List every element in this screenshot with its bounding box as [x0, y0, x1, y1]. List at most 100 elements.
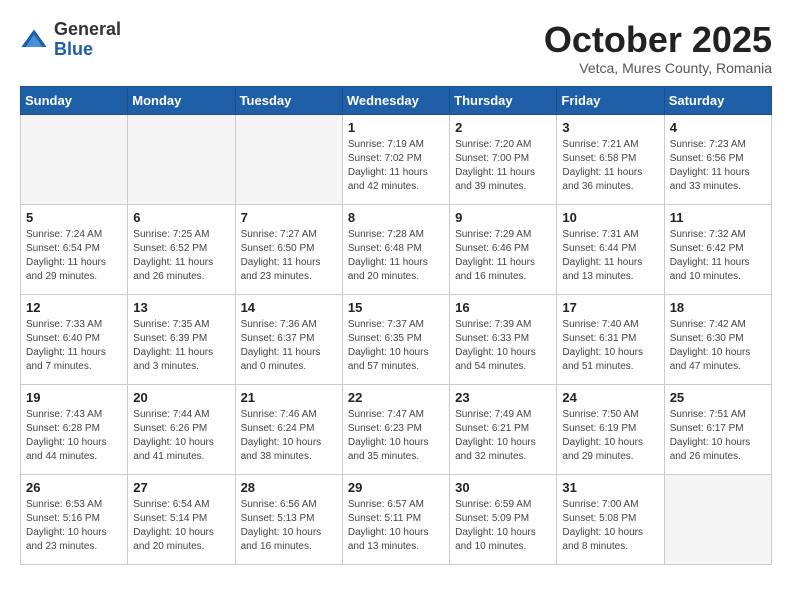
day-info: Sunrise: 6:59 AM Sunset: 5:09 PM Dayligh…: [455, 498, 551, 554]
day-number: 19: [26, 390, 122, 405]
day-info: Sunrise: 7:36 AM Sunset: 6:37 PM Dayligh…: [241, 318, 337, 374]
calendar-week-5: 26 Sunrise: 6:53 AM Sunset: 5:16 PM Dayli…: [21, 474, 772, 564]
day-number: 9: [455, 210, 551, 225]
day-info: Sunrise: 7:50 AM Sunset: 6:19 PM Dayligh…: [562, 408, 658, 464]
day-info: Sunrise: 7:33 AM Sunset: 6:40 PM Dayligh…: [26, 318, 122, 374]
calendar-cell: [235, 114, 342, 204]
calendar-cell: 6 Sunrise: 7:25 AM Sunset: 6:52 PM Daylig…: [128, 204, 235, 294]
day-info: Sunrise: 7:39 AM Sunset: 6:33 PM Dayligh…: [455, 318, 551, 374]
calendar-week-3: 12 Sunrise: 7:33 AM Sunset: 6:40 PM Dayli…: [21, 294, 772, 384]
logo-text: General Blue: [54, 20, 121, 60]
logo-icon: [20, 26, 48, 54]
calendar-cell: [21, 114, 128, 204]
day-number: 16: [455, 300, 551, 315]
calendar-cell: 9 Sunrise: 7:29 AM Sunset: 6:46 PM Daylig…: [450, 204, 557, 294]
calendar-cell: [128, 114, 235, 204]
calendar-cell: 24 Sunrise: 7:50 AM Sunset: 6:19 PM Dayli…: [557, 384, 664, 474]
day-number: 24: [562, 390, 658, 405]
calendar-cell: 4 Sunrise: 7:23 AM Sunset: 6:56 PM Daylig…: [664, 114, 771, 204]
calendar-body: 1 Sunrise: 7:19 AM Sunset: 7:02 PM Daylig…: [21, 114, 772, 564]
day-number: 25: [670, 390, 766, 405]
day-info: Sunrise: 7:43 AM Sunset: 6:28 PM Dayligh…: [26, 408, 122, 464]
day-info: Sunrise: 7:47 AM Sunset: 6:23 PM Dayligh…: [348, 408, 444, 464]
day-info: Sunrise: 6:54 AM Sunset: 5:14 PM Dayligh…: [133, 498, 229, 554]
day-number: 12: [26, 300, 122, 315]
logo-general-text: General: [54, 20, 121, 40]
weekday-header-friday: Friday: [557, 86, 664, 114]
day-number: 7: [241, 210, 337, 225]
calendar-cell: 1 Sunrise: 7:19 AM Sunset: 7:02 PM Daylig…: [342, 114, 449, 204]
day-number: 1: [348, 120, 444, 135]
day-number: 15: [348, 300, 444, 315]
calendar-cell: 29 Sunrise: 6:57 AM Sunset: 5:11 PM Dayli…: [342, 474, 449, 564]
day-info: Sunrise: 7:27 AM Sunset: 6:50 PM Dayligh…: [241, 228, 337, 284]
calendar-cell: [664, 474, 771, 564]
day-info: Sunrise: 7:46 AM Sunset: 6:24 PM Dayligh…: [241, 408, 337, 464]
calendar-cell: 23Sunrise: 7:49 AM Sunset: 6:21 PM Dayli…: [450, 384, 557, 474]
location-text: Vetca, Mures County, Romania: [544, 60, 772, 76]
day-info: Sunrise: 6:56 AM Sunset: 5:13 PM Dayligh…: [241, 498, 337, 554]
calendar-cell: 16 Sunrise: 7:39 AM Sunset: 6:33 PM Dayli…: [450, 294, 557, 384]
weekday-header-sunday: Sunday: [21, 86, 128, 114]
day-number: 21: [241, 390, 337, 405]
calendar-cell: 17Sunrise: 7:40 AM Sunset: 6:31 PM Dayli…: [557, 294, 664, 384]
day-number: 14: [241, 300, 337, 315]
calendar-week-1: 1 Sunrise: 7:19 AM Sunset: 7:02 PM Daylig…: [21, 114, 772, 204]
day-info: Sunrise: 7:25 AM Sunset: 6:52 PM Dayligh…: [133, 228, 229, 284]
day-number: 10: [562, 210, 658, 225]
day-number: 18: [670, 300, 766, 315]
calendar-cell: 27Sunrise: 6:54 AM Sunset: 5:14 PM Dayli…: [128, 474, 235, 564]
day-info: Sunrise: 6:53 AM Sunset: 5:16 PM Dayligh…: [26, 498, 122, 554]
calendar-cell: 15 Sunrise: 7:37 AM Sunset: 6:35 PM Dayli…: [342, 294, 449, 384]
calendar-cell: 13 Sunrise: 7:35 AM Sunset: 6:39 PM Dayli…: [128, 294, 235, 384]
calendar-table: SundayMondayTuesdayWednesdayThursdayFrid…: [20, 86, 772, 565]
day-number: 20: [133, 390, 229, 405]
day-number: 29: [348, 480, 444, 495]
month-title: October 2025: [544, 20, 772, 60]
day-number: 17: [562, 300, 658, 315]
calendar-week-2: 5 Sunrise: 7:24 AM Sunset: 6:54 PM Daylig…: [21, 204, 772, 294]
day-info: Sunrise: 7:37 AM Sunset: 6:35 PM Dayligh…: [348, 318, 444, 374]
day-info: Sunrise: 7:29 AM Sunset: 6:46 PM Dayligh…: [455, 228, 551, 284]
calendar-cell: 30 Sunrise: 6:59 AM Sunset: 5:09 PM Dayli…: [450, 474, 557, 564]
calendar-cell: 21 Sunrise: 7:46 AM Sunset: 6:24 PM Dayli…: [235, 384, 342, 474]
calendar-cell: 2 Sunrise: 7:20 AM Sunset: 7:00 PM Daylig…: [450, 114, 557, 204]
day-number: 23: [455, 390, 551, 405]
day-number: 30: [455, 480, 551, 495]
calendar-cell: 22 Sunrise: 7:47 AM Sunset: 6:23 PM Dayli…: [342, 384, 449, 474]
day-info: Sunrise: 7:28 AM Sunset: 6:48 PM Dayligh…: [348, 228, 444, 284]
calendar-cell: 8Sunrise: 7:28 AM Sunset: 6:48 PM Daylig…: [342, 204, 449, 294]
logo: General Blue: [20, 20, 121, 60]
calendar-cell: 26 Sunrise: 6:53 AM Sunset: 5:16 PM Dayli…: [21, 474, 128, 564]
calendar-cell: 5 Sunrise: 7:24 AM Sunset: 6:54 PM Daylig…: [21, 204, 128, 294]
calendar-week-4: 19 Sunrise: 7:43 AM Sunset: 6:28 PM Dayli…: [21, 384, 772, 474]
calendar-cell: 7 Sunrise: 7:27 AM Sunset: 6:50 PM Daylig…: [235, 204, 342, 294]
weekday-header-monday: Monday: [128, 86, 235, 114]
weekday-header-wednesday: Wednesday: [342, 86, 449, 114]
day-info: Sunrise: 7:44 AM Sunset: 6:26 PM Dayligh…: [133, 408, 229, 464]
day-info: Sunrise: 7:51 AM Sunset: 6:17 PM Dayligh…: [670, 408, 766, 464]
day-info: Sunrise: 7:20 AM Sunset: 7:00 PM Dayligh…: [455, 138, 551, 194]
day-number: 11: [670, 210, 766, 225]
day-number: 22: [348, 390, 444, 405]
day-info: Sunrise: 7:35 AM Sunset: 6:39 PM Dayligh…: [133, 318, 229, 374]
day-info: Sunrise: 7:32 AM Sunset: 6:42 PM Dayligh…: [670, 228, 766, 284]
calendar-cell: 19 Sunrise: 7:43 AM Sunset: 6:28 PM Dayli…: [21, 384, 128, 474]
day-number: 26: [26, 480, 122, 495]
day-info: Sunrise: 7:31 AM Sunset: 6:44 PM Dayligh…: [562, 228, 658, 284]
day-number: 5: [26, 210, 122, 225]
day-number: 4: [670, 120, 766, 135]
calendar-cell: 3Sunrise: 7:21 AM Sunset: 6:58 PM Daylig…: [557, 114, 664, 204]
day-info: Sunrise: 6:57 AM Sunset: 5:11 PM Dayligh…: [348, 498, 444, 554]
day-info: Sunrise: 7:42 AM Sunset: 6:30 PM Dayligh…: [670, 318, 766, 374]
calendar-header: SundayMondayTuesdayWednesdayThursdayFrid…: [21, 86, 772, 114]
calendar-cell: 11 Sunrise: 7:32 AM Sunset: 6:42 PM Dayli…: [664, 204, 771, 294]
calendar-cell: 28Sunrise: 6:56 AM Sunset: 5:13 PM Dayli…: [235, 474, 342, 564]
logo-blue-text: Blue: [54, 40, 121, 60]
day-number: 13: [133, 300, 229, 315]
day-number: 6: [133, 210, 229, 225]
day-number: 2: [455, 120, 551, 135]
day-info: Sunrise: 7:23 AM Sunset: 6:56 PM Dayligh…: [670, 138, 766, 194]
day-info: Sunrise: 7:19 AM Sunset: 7:02 PM Dayligh…: [348, 138, 444, 194]
day-info: Sunrise: 7:24 AM Sunset: 6:54 PM Dayligh…: [26, 228, 122, 284]
